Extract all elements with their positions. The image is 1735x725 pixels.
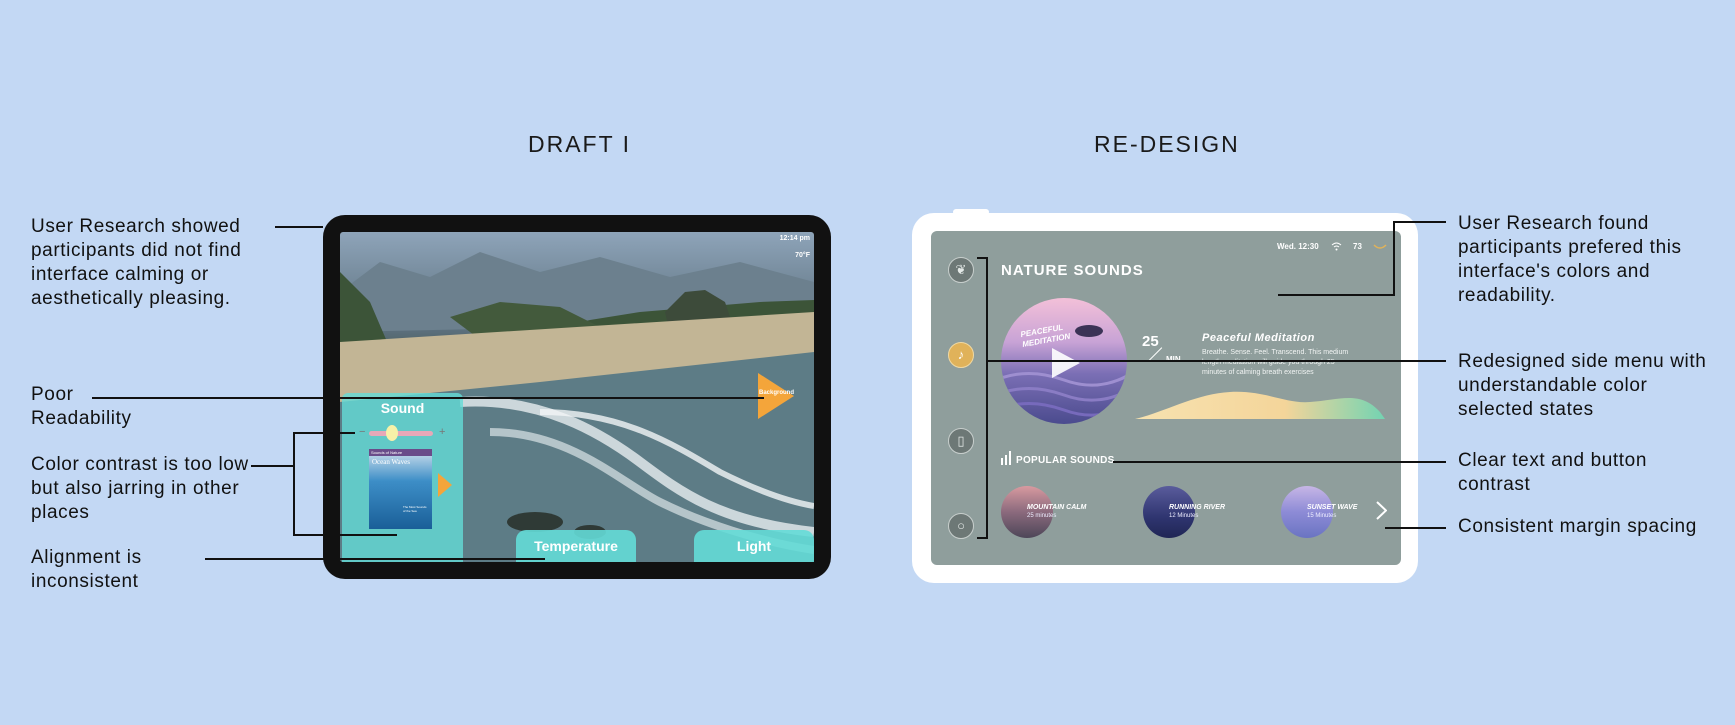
sound-name: SUNSET WAVE: [1307, 504, 1358, 511]
album-next-button[interactable]: [438, 473, 452, 502]
note-poor-readability: Poor Readability: [31, 384, 132, 429]
callout-line: [986, 257, 988, 539]
sound-thumbnail: [1143, 486, 1195, 538]
arrow-right-icon: [438, 473, 452, 497]
background-arrow-button[interactable]: Background: [758, 373, 794, 419]
album-subtitle: The Most Sounds of the Sea: [403, 505, 427, 513]
note-alignment: Alignment is inconsistent: [31, 547, 142, 592]
wifi-icon: [1331, 242, 1342, 251]
note-user-research-draft: User Research showed participants did no…: [31, 216, 242, 309]
bar-chart-icon: [1001, 451, 1011, 465]
callout-line: [977, 537, 987, 539]
callout-line: [977, 257, 987, 259]
callout-line: [251, 465, 293, 467]
sound-name: MOUNTAIN CALM: [1027, 504, 1087, 511]
tablet-button: [953, 209, 989, 215]
sound-card-running-river[interactable]: RUNNING RIVER 12 Minutes: [1143, 486, 1273, 538]
callout-line: [92, 397, 764, 399]
draft-heading: DRAFT I: [528, 131, 632, 157]
play-icon[interactable]: [1052, 348, 1080, 378]
callout-line: [205, 558, 545, 560]
sound-card-mountain-calm[interactable]: MOUNTAIN CALM 25 minutes: [1001, 486, 1131, 538]
album-header: Sounds of Nature: [369, 449, 432, 456]
side-menu-temperature[interactable]: ▯: [948, 428, 974, 454]
track-description: Breathe. Sense. Feel. Transcend. This me…: [1202, 349, 1349, 376]
sound-thumbnail: [1001, 486, 1053, 538]
callout-line: [293, 432, 295, 536]
thermometer-icon: ▯: [957, 433, 965, 448]
callout-line: [1113, 461, 1446, 463]
callout-line: [1385, 527, 1446, 529]
side-menu-light[interactable]: ○: [948, 513, 974, 539]
sound-card-sunset-wave[interactable]: SUNSET WAVE 15 Minutes: [1281, 486, 1381, 538]
volume-minus[interactable]: −: [359, 426, 365, 438]
sound-wave-graphic: [1135, 391, 1385, 419]
sound-panel-title: Sound: [380, 400, 425, 416]
note-color-contrast: Color contrast is too low but also jarri…: [31, 454, 249, 523]
callout-line: [1394, 221, 1446, 223]
draft-time: 12:14 pm: [779, 235, 810, 242]
leaf-icon: ❦: [955, 262, 967, 277]
sound-panel: Sound − + Sounds of Nature Ocean Waves T…: [342, 393, 463, 562]
callout-line: [293, 432, 355, 434]
popular-sounds-label: POPULAR SOUNDS: [1016, 455, 1115, 466]
redesign-heading: RE-DESIGN: [1094, 131, 1240, 157]
album-cover[interactable]: Sounds of Nature Ocean Waves The Most So…: [369, 449, 432, 529]
callout-line: [1278, 294, 1395, 296]
sound-name: RUNNING RIVER: [1169, 504, 1226, 511]
callout-line: [293, 534, 397, 536]
volume-slider[interactable]: [369, 431, 433, 436]
volume-plus[interactable]: +: [439, 426, 445, 438]
note-user-research-redesign: User Research found participants prefere…: [1458, 213, 1682, 306]
status-temperature: 73: [1353, 242, 1362, 251]
play-arrow-icon: [758, 373, 794, 419]
nature-sounds-title: NATURE SOUNDS: [1001, 262, 1144, 279]
lightbulb-icon: ○: [957, 518, 965, 533]
note-margin-spacing: Consistent margin spacing: [1458, 516, 1697, 537]
note-side-menu: Redesigned side menu with understandable…: [1458, 351, 1707, 420]
callout-line: [1393, 221, 1395, 296]
music-note-icon: ♪: [957, 347, 965, 362]
album-title: Ocean Waves: [372, 458, 410, 466]
callout-line: [988, 360, 1446, 362]
note-clear-contrast: Clear text and button contrast: [1458, 450, 1647, 495]
sound-duration: 25 minutes: [1027, 513, 1057, 519]
callout-line: [275, 226, 323, 228]
track-title: Peaceful Meditation: [1202, 332, 1315, 344]
duration-number: 25: [1142, 333, 1159, 350]
status-date: Wed. 12:30: [1277, 242, 1319, 251]
chevron-right-icon[interactable]: [1376, 501, 1387, 520]
volume-slider-handle[interactable]: [386, 425, 398, 441]
sound-duration: 15 Minutes: [1307, 513, 1337, 519]
side-menu-sound-selected[interactable]: ♪: [948, 342, 974, 368]
draft-temperature-readout: 70°F: [795, 252, 810, 259]
sound-duration: 12 Minutes: [1169, 513, 1199, 519]
light-button[interactable]: Light: [694, 530, 814, 562]
weather-icon: [1373, 244, 1387, 249]
sound-thumbnail: [1281, 486, 1333, 538]
background-label: Background: [759, 390, 795, 396]
side-menu-leaf[interactable]: ❦: [948, 257, 974, 283]
